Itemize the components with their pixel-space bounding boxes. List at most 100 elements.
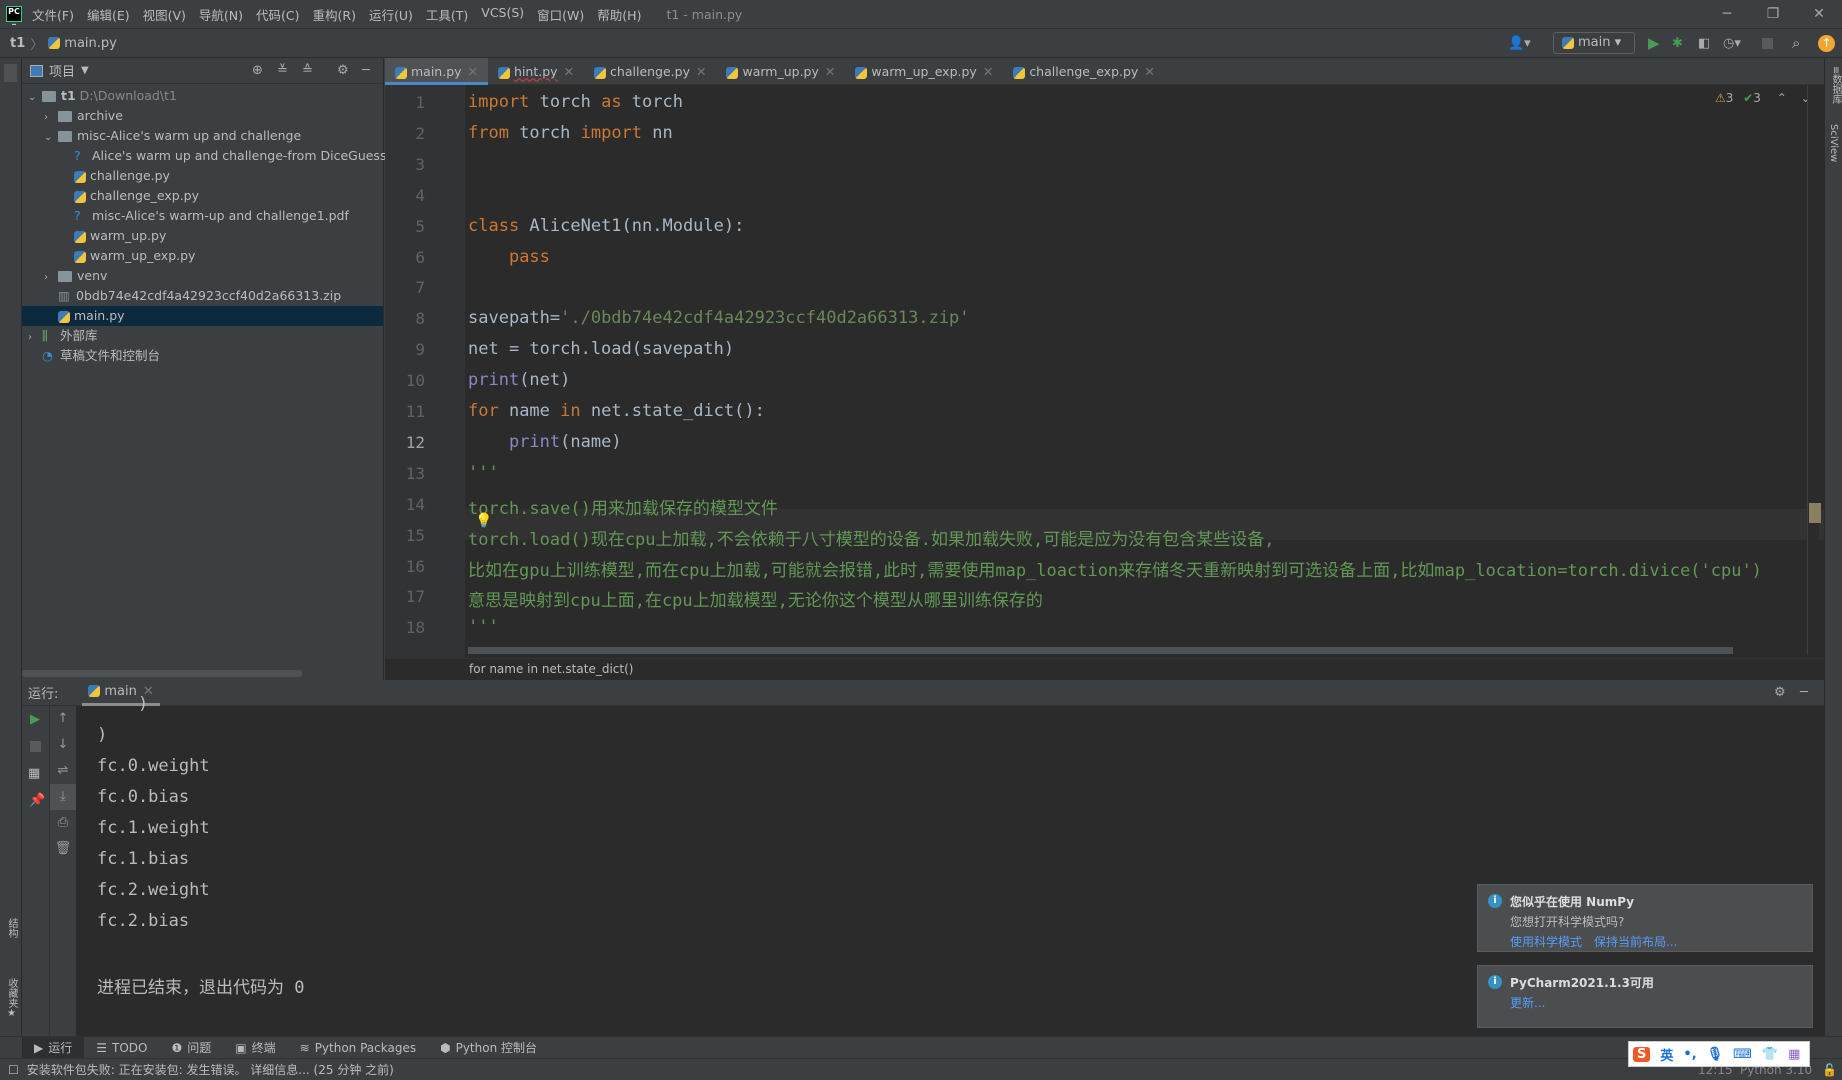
locate-icon[interactable]: ⊕ bbox=[252, 63, 263, 78]
lock-icon[interactable]: 🔓 bbox=[1822, 1063, 1837, 1077]
hide-icon[interactable]: ─ bbox=[362, 63, 370, 78]
tree-root[interactable]: ⌄ t1 D:\Download\t1 bbox=[22, 86, 383, 106]
soft-wrap-icon[interactable]: ⇌ bbox=[50, 758, 76, 784]
menu-item[interactable]: 编辑(E) bbox=[87, 5, 130, 24]
run-config-select[interactable]: main ▾ bbox=[1553, 32, 1635, 54]
horizontal-scrollbar[interactable] bbox=[22, 670, 302, 677]
pin-icon[interactable]: 📌 bbox=[29, 793, 45, 808]
code-editor[interactable]: 1 import torch as torch 2 from torch import… bbox=[385, 85, 1824, 680]
layout-icon[interactable]: ▦ bbox=[28, 766, 43, 781]
editor-tab[interactable]: challenge.py ✕ bbox=[584, 58, 716, 85]
status-message[interactable]: 安装软件包失败: 正在安装包: 发生错误。 详细信息... (25 分钟 之前) bbox=[27, 1061, 394, 1078]
expand-arrow-icon[interactable]: › bbox=[28, 328, 42, 348]
menu-item[interactable]: 重构(R) bbox=[313, 5, 356, 24]
lightbulb-icon[interactable]: 💡 bbox=[475, 513, 492, 529]
inspection-widget[interactable]: ⚠3 ✔3 ⌃ ⌄ bbox=[1715, 91, 1811, 105]
minimize-button[interactable]: ─ bbox=[1704, 0, 1750, 29]
up-icon[interactable]: ↑ bbox=[50, 706, 76, 732]
tree-item[interactable]: ? Alice's warm up and challenge-from Dice… bbox=[22, 146, 399, 166]
breadcrumb-file[interactable]: main.py bbox=[64, 36, 117, 51]
tree-item[interactable]: ◔ 草稿文件和控制台 bbox=[22, 346, 383, 366]
toolbox-icon[interactable]: ▦ bbox=[1788, 1047, 1800, 1062]
tree-item[interactable]: ? misc-Alice's warm-up and challenge1.pdf bbox=[22, 206, 383, 226]
menu-item[interactable]: VCS(S) bbox=[481, 5, 524, 24]
expand-all-icon[interactable]: ≚ bbox=[277, 63, 288, 78]
tree-item[interactable]: › ⫼ 外部库 bbox=[22, 326, 383, 346]
close-tab-icon[interactable]: ✕ bbox=[983, 64, 993, 79]
menu-item[interactable]: 视图(V) bbox=[143, 5, 186, 24]
project-view-label[interactable]: 项目 bbox=[49, 61, 75, 80]
menu-item[interactable]: 帮助(H) bbox=[597, 5, 641, 24]
event-log-icon[interactable]: ☐ bbox=[8, 1063, 19, 1077]
ime-language[interactable]: 英 bbox=[1660, 1045, 1673, 1064]
restore-button[interactable]: ❐ bbox=[1750, 0, 1796, 29]
editor-tab[interactable]: challenge_exp.py ✕ bbox=[1003, 58, 1164, 85]
project-tool-button[interactable] bbox=[4, 64, 17, 82]
editor-tab[interactable]: warm_up_exp.py ✕ bbox=[845, 58, 1003, 85]
editor-breadcrumb[interactable]: for name in net.state_dict() bbox=[385, 658, 1824, 680]
trash-icon[interactable]: 🗑 bbox=[50, 836, 76, 862]
notification-link[interactable]: 更新... bbox=[1510, 996, 1545, 1010]
tool-window-button[interactable]: ☰ TODO bbox=[84, 1037, 159, 1059]
structure-tool-button[interactable]: 结构 bbox=[4, 918, 19, 938]
stop-icon[interactable] bbox=[30, 741, 41, 752]
menu-item[interactable]: 运行(U) bbox=[369, 5, 413, 24]
coverage-icon[interactable]: ◧ bbox=[1698, 36, 1710, 51]
debug-icon[interactable]: ✱ bbox=[1672, 36, 1683, 51]
close-tab-icon[interactable]: ✕ bbox=[1144, 64, 1154, 79]
close-tab-icon[interactable]: ✕ bbox=[696, 64, 706, 79]
tree-item[interactable]: › venv bbox=[22, 266, 383, 286]
tree-item[interactable]: challenge_exp.py bbox=[22, 186, 383, 206]
tool-window-button[interactable]: ▣ 终端 bbox=[223, 1037, 287, 1059]
database-tool-button[interactable]: ≡数据库 bbox=[1828, 66, 1842, 104]
notification-link[interactable]: 保持当前布局... bbox=[1594, 935, 1677, 949]
search-icon[interactable]: ⌕ bbox=[1792, 34, 1800, 52]
tree-item[interactable]: ⌄ misc-Alice's warm up and challenge bbox=[22, 126, 383, 146]
tool-window-button[interactable]: ❶ 问题 bbox=[159, 1037, 223, 1059]
collapse-all-icon[interactable]: ≙ bbox=[302, 63, 313, 78]
breadcrumb-project[interactable]: t1 bbox=[10, 36, 25, 51]
close-tab-icon[interactable]: ✕ bbox=[468, 64, 478, 79]
stop-icon[interactable] bbox=[1762, 38, 1773, 49]
editor-vertical-scrollbar[interactable] bbox=[1807, 85, 1819, 655]
hide-icon[interactable]: ─ bbox=[1800, 685, 1808, 700]
tree-item[interactable]: › archive bbox=[22, 106, 383, 126]
editor-tab[interactable]: hint.py ✕ bbox=[488, 58, 584, 85]
editor-tab[interactable]: warm_up.py ✕ bbox=[716, 58, 845, 85]
rerun-icon[interactable]: ▶ bbox=[30, 712, 41, 727]
tool-window-button[interactable]: ▶ 运行 bbox=[22, 1036, 85, 1059]
print-icon[interactable]: ⎙ bbox=[50, 810, 76, 836]
close-tab-icon[interactable]: ✕ bbox=[825, 64, 835, 79]
keyboard-icon[interactable]: ⌨ bbox=[1733, 1047, 1752, 1062]
microphone-icon[interactable]: 🎙 bbox=[1707, 1047, 1724, 1062]
notification-link[interactable]: 使用科学模式 bbox=[1510, 935, 1582, 949]
tree-item[interactable]: challenge.py bbox=[22, 166, 383, 186]
menu-item[interactable]: 导航(N) bbox=[199, 5, 243, 24]
expand-arrow-icon[interactable]: ⌄ bbox=[44, 128, 58, 148]
tool-window-button[interactable]: ≋ Python Packages bbox=[288, 1037, 428, 1059]
menu-item[interactable]: 文件(F) bbox=[32, 5, 74, 24]
tree-item[interactable]: main.py bbox=[22, 306, 383, 326]
close-tab-icon[interactable]: ✕ bbox=[564, 64, 574, 79]
profile-icon[interactable]: ◷▾ bbox=[1723, 36, 1741, 51]
expand-arrow-icon[interactable]: › bbox=[44, 268, 58, 288]
tool-window-button[interactable]: ⬢ Python 控制台 bbox=[428, 1037, 549, 1059]
tree-item[interactable]: warm_up.py bbox=[22, 226, 383, 246]
editor-horizontal-scrollbar[interactable] bbox=[468, 647, 1733, 654]
menu-item[interactable]: 窗口(W) bbox=[537, 5, 584, 24]
close-window-button[interactable]: ✕ bbox=[1796, 0, 1842, 29]
menu-item[interactable]: 代码(C) bbox=[256, 5, 299, 24]
skin-icon[interactable]: 👕 bbox=[1762, 1047, 1778, 1062]
prev-highlight-icon[interactable]: ⌃ bbox=[1777, 91, 1787, 105]
gear-icon[interactable]: ⚙ bbox=[337, 63, 349, 78]
editor-tab[interactable]: main.py ✕ bbox=[385, 58, 489, 85]
punctuation-icon[interactable]: •, bbox=[1683, 1047, 1696, 1062]
down-icon[interactable]: ↓ bbox=[50, 732, 76, 758]
favorites-tool-button[interactable]: 收藏夹★ bbox=[4, 978, 19, 1019]
tree-item[interactable]: warm_up_exp.py bbox=[22, 246, 383, 266]
sciview-tool-button[interactable]: SciView bbox=[1828, 124, 1839, 162]
update-icon[interactable]: ↑ bbox=[1818, 35, 1835, 52]
tree-item[interactable]: ▥ 0bdb74e42cdf4a42923ccf40d2a66313.zip bbox=[22, 286, 383, 306]
run-icon[interactable]: ▶ bbox=[1648, 34, 1660, 52]
ime-toolbar[interactable]: S 英 •, 🎙 ⌨ 👕 ▦ bbox=[1628, 1041, 1810, 1067]
